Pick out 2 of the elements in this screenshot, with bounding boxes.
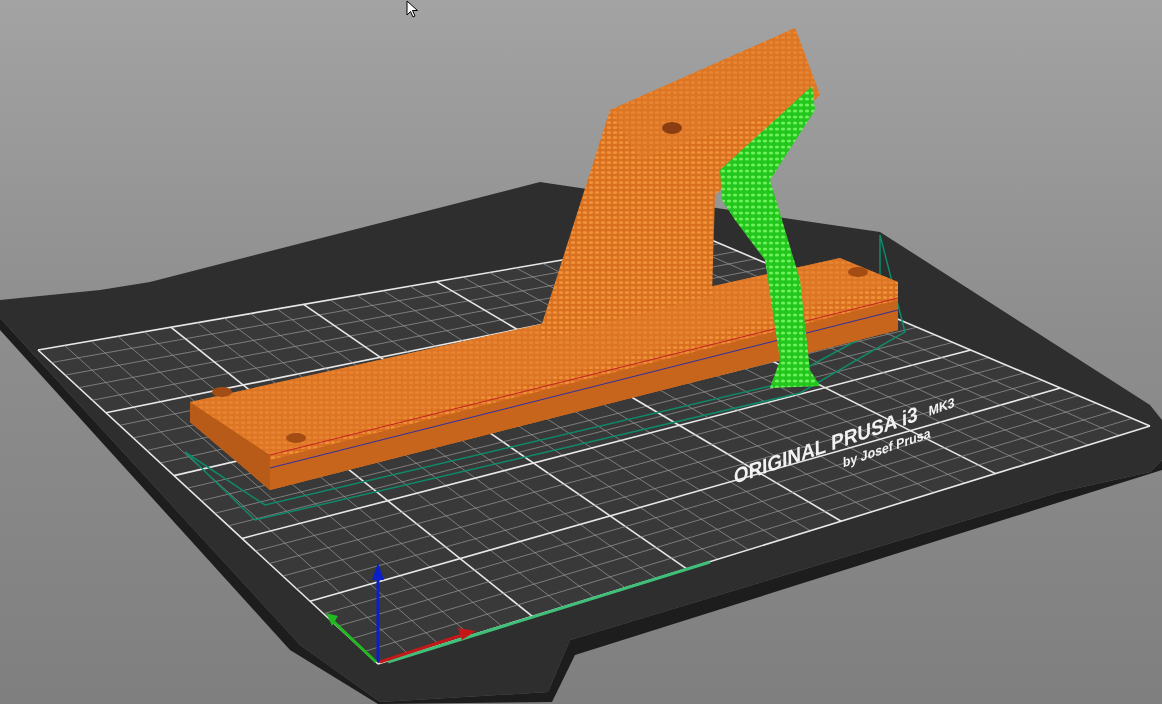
- bed-label-model: MK3: [928, 394, 955, 419]
- mouse-cursor-icon: [406, 0, 419, 18]
